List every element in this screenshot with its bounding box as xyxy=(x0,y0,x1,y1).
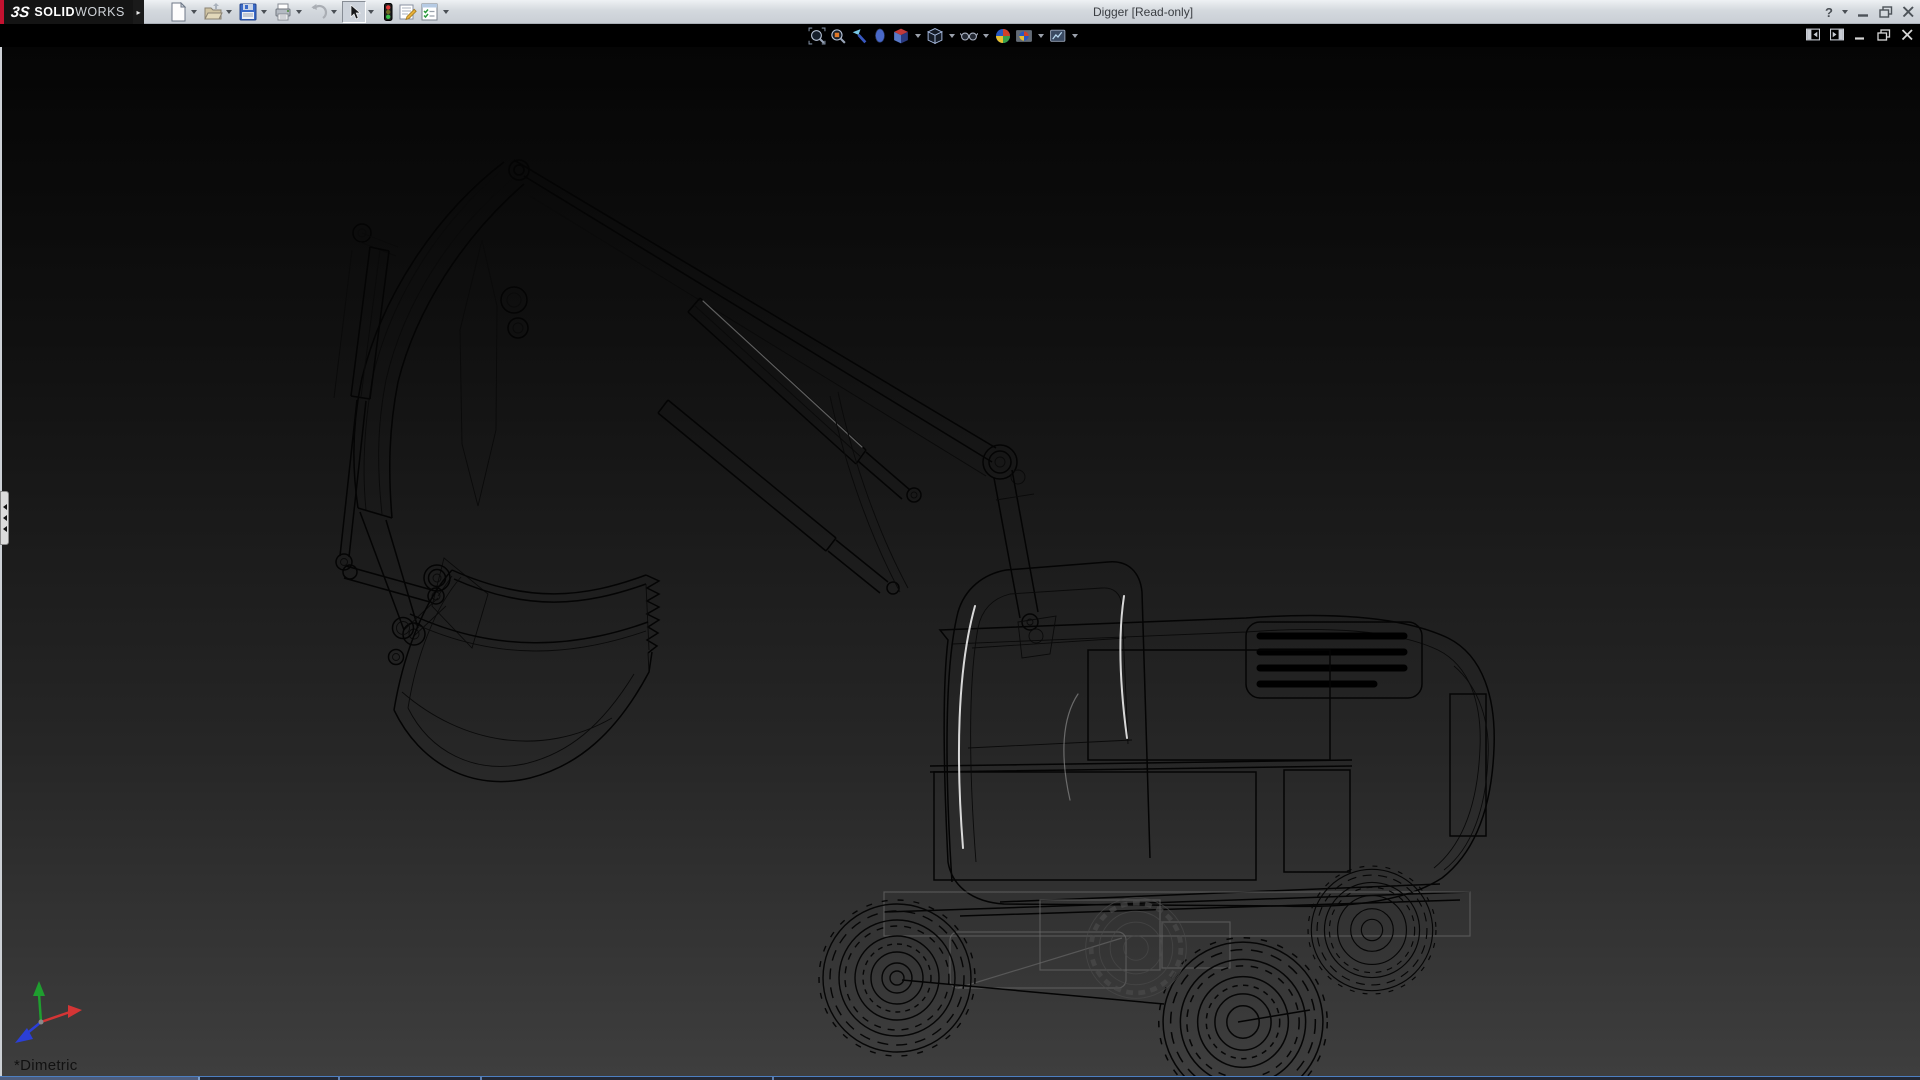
apply-scene-button[interactable] xyxy=(1015,27,1033,45)
view-orientation-button[interactable] xyxy=(892,27,910,45)
wheel-front-right xyxy=(1159,938,1327,1076)
display-style-dropdown-caret[interactable] xyxy=(949,34,955,38)
hide-show-dropdown-caret[interactable] xyxy=(983,34,989,38)
zoom-to-area-button[interactable] xyxy=(829,27,847,45)
solidworks-logo: 3S SOLID WORKS xyxy=(0,0,133,24)
apply-scene-icon xyxy=(1015,27,1033,45)
titlebar-controls: ? xyxy=(1825,0,1915,24)
edit-appearance-button[interactable] xyxy=(994,27,1012,45)
upper-body xyxy=(930,615,1494,916)
undo-button[interactable] xyxy=(307,1,329,23)
ds-monogram: 3S xyxy=(10,4,31,21)
reference-triad[interactable] xyxy=(15,981,82,1043)
edit-note-button[interactable] xyxy=(397,1,419,23)
view-orientation-icon xyxy=(892,27,910,45)
open-document-icon xyxy=(203,2,223,22)
restore-window-button[interactable] xyxy=(1879,6,1893,18)
wheel-rear-left-hidden xyxy=(1086,898,1187,999)
edit-note-icon xyxy=(398,2,418,22)
bucket xyxy=(389,565,660,782)
previous-view-icon xyxy=(850,27,868,45)
logo-text-light: WORKS xyxy=(75,5,125,19)
save-button[interactable] xyxy=(237,1,259,23)
show-left-pane-button[interactable] xyxy=(1806,28,1820,41)
display-style-button[interactable] xyxy=(926,27,944,45)
feature-pane-splitter-handle[interactable] xyxy=(0,491,9,545)
zoom-to-fit-icon xyxy=(808,27,826,45)
select-cursor-icon xyxy=(345,3,363,21)
hide-show-items-button[interactable] xyxy=(960,27,978,45)
rebuild-stoplight-button[interactable] xyxy=(379,1,397,23)
close-window-button[interactable] xyxy=(1902,6,1915,18)
view-settings-dropdown-caret[interactable] xyxy=(1072,34,1078,38)
new-document-button[interactable] xyxy=(168,1,189,23)
apply-scene-dropdown-caret[interactable] xyxy=(1038,34,1044,38)
wireframe-model-digger xyxy=(2,47,1920,1076)
graphics-viewport[interactable]: *Dimetric xyxy=(0,47,1920,1076)
bucket-linkage xyxy=(343,565,452,645)
open-document-button[interactable] xyxy=(202,1,224,23)
zoom-to-area-icon xyxy=(829,27,847,45)
view-orientation-dropdown-caret[interactable] xyxy=(915,34,921,38)
elbow-joint xyxy=(983,445,1038,630)
section-view-icon xyxy=(871,27,889,45)
brand-accent-strip xyxy=(0,0,4,24)
logo-text-bold: SOLID xyxy=(34,5,75,19)
collapse-arrow-icon xyxy=(3,526,7,532)
menu-strip xyxy=(0,25,1920,47)
show-right-pane-button[interactable] xyxy=(1830,28,1844,41)
options-checklist-button[interactable] xyxy=(419,1,441,23)
print-icon xyxy=(273,2,293,22)
collapse-arrow-icon xyxy=(3,515,7,521)
save-dropdown-caret[interactable] xyxy=(261,10,267,14)
open-dropdown-caret[interactable] xyxy=(226,10,232,14)
heads-up-view-toolbar xyxy=(808,26,1080,46)
appearance-ball-icon xyxy=(994,27,1012,45)
undo-icon xyxy=(308,2,328,22)
boom-cylinder-left xyxy=(334,224,398,570)
section-view-button[interactable] xyxy=(871,27,889,45)
collapse-arrow-icon xyxy=(3,504,7,510)
select-dropdown-caret[interactable] xyxy=(368,10,374,14)
main-toolbar xyxy=(168,1,454,23)
minimize-document-button[interactable] xyxy=(1854,29,1867,41)
wheel-front-left xyxy=(819,900,975,1056)
zoom-to-fit-button[interactable] xyxy=(808,27,826,45)
view-orientation-label: *Dimetric xyxy=(14,1057,78,1074)
print-dropdown-caret[interactable] xyxy=(296,10,302,14)
select-button[interactable] xyxy=(342,1,366,23)
new-document-icon xyxy=(169,2,188,22)
glasses-icon xyxy=(960,27,978,45)
operator-cab xyxy=(947,562,1150,882)
print-button[interactable] xyxy=(272,1,294,23)
help-dropdown-caret[interactable] xyxy=(1842,10,1848,14)
new-dropdown-caret[interactable] xyxy=(191,10,197,14)
view-settings-icon xyxy=(1049,27,1067,45)
view-settings-button[interactable] xyxy=(1049,27,1067,45)
save-icon xyxy=(238,2,258,22)
help-button[interactable]: ? xyxy=(1825,5,1833,20)
options-checklist-icon xyxy=(420,2,440,22)
menu-flyout-arrow[interactable]: ▸ xyxy=(133,0,144,24)
arm-cylinders xyxy=(658,298,921,594)
display-style-icon xyxy=(926,27,944,45)
solidworks-window: 3S SOLID WORKS ▸ xyxy=(0,0,1920,1080)
document-title: Digger [Read-only] xyxy=(1093,5,1193,19)
title-bar: 3S SOLID WORKS ▸ xyxy=(0,0,1920,24)
previous-view-button[interactable] xyxy=(850,27,868,45)
undo-dropdown-caret[interactable] xyxy=(331,10,337,14)
close-document-button[interactable] xyxy=(1901,29,1914,41)
document-window-controls xyxy=(1806,28,1914,41)
stoplight-icon xyxy=(380,2,396,22)
minimize-window-button[interactable] xyxy=(1857,6,1870,18)
options-dropdown-caret[interactable] xyxy=(443,10,449,14)
windows-taskbar-edge[interactable] xyxy=(0,1076,1920,1080)
restore-document-button[interactable] xyxy=(1877,29,1891,41)
